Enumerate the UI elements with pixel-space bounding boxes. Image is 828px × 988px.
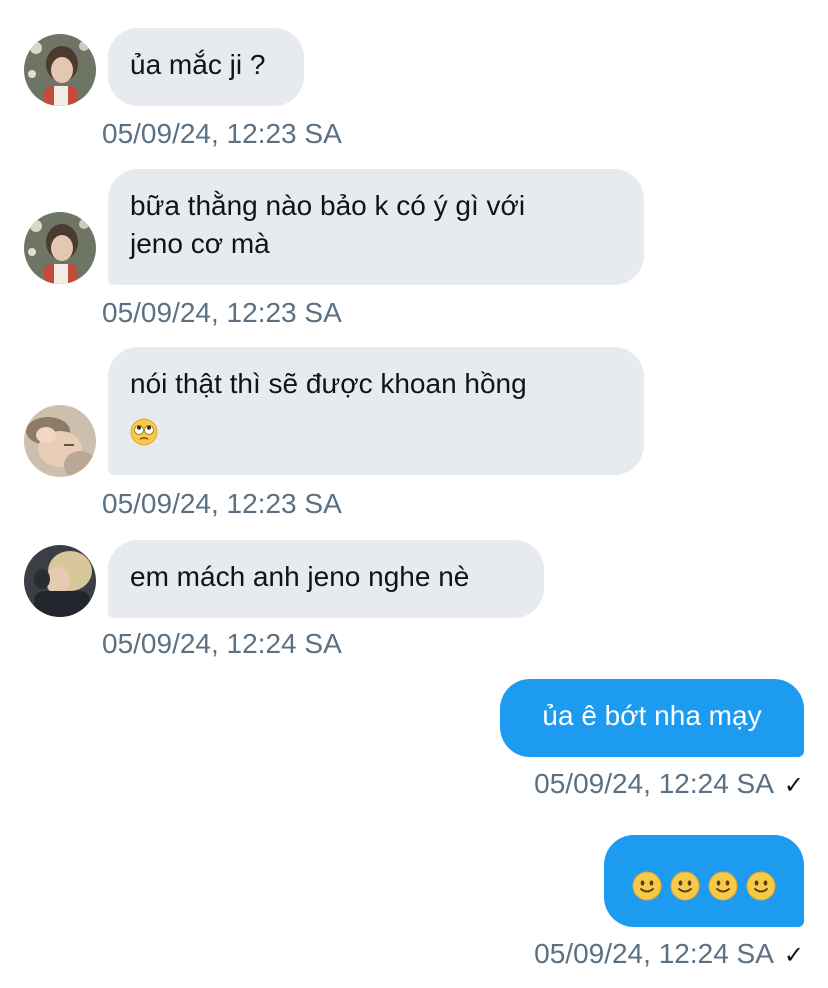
face-with-rolling-eyes-icon [130,418,158,446]
avatar[interactable] [24,34,96,106]
message-bubble[interactable]: em mách anh jeno nghe nè [108,540,544,618]
message-bubble[interactable]: ủa ê bớt nha mạy [500,679,804,757]
message-text: em mách anh jeno nghe nè [130,561,470,592]
message-timestamp: 05/09/24, 12:23 SA [102,118,342,149]
message-text: ủa ê bớt nha mạy [542,700,762,731]
slightly-smiling-face-icon [708,871,738,901]
avatar[interactable] [24,405,96,477]
message-timestamp: 05/09/24, 12:23 SA [102,297,342,328]
read-receipt-check-icon: ✓ [783,772,804,799]
message-bubble[interactable]: bữa thằng nào bảo k có ý gì với jeno cơ … [108,169,644,285]
message-text-line: jeno cơ mà [130,228,270,259]
slightly-smiling-face-icon [632,871,662,901]
message-text-line: bữa thằng nào bảo k có ý gì với [130,190,526,221]
message-bubble[interactable]: nói thật thì sẽ được khoan hồng [108,347,644,475]
conversation: ủa mắc ji ? 05/09/24, 12:23 SA bữa thằng… [0,0,828,988]
message-text-line: nói thật thì sẽ được khoan hồng [130,368,527,399]
avatar[interactable] [24,545,96,617]
message-text: ủa mắc ji ? [130,49,266,80]
message-timestamp: 05/09/24, 12:24 SA [102,628,342,659]
message-bubble[interactable]: ủa mắc ji ? [108,28,304,106]
message-bubble[interactable] [604,835,804,927]
message-timestamp: 05/09/24, 12:24 SA ✓ [534,767,804,803]
slightly-smiling-face-icon [670,871,700,901]
avatar[interactable] [24,212,96,284]
slightly-smiling-face-icon [746,871,776,901]
message-timestamp: 05/09/24, 12:23 SA [102,488,342,519]
read-receipt-check-icon: ✓ [783,942,804,969]
message-timestamp: 05/09/24, 12:24 SA ✓ [534,937,804,973]
